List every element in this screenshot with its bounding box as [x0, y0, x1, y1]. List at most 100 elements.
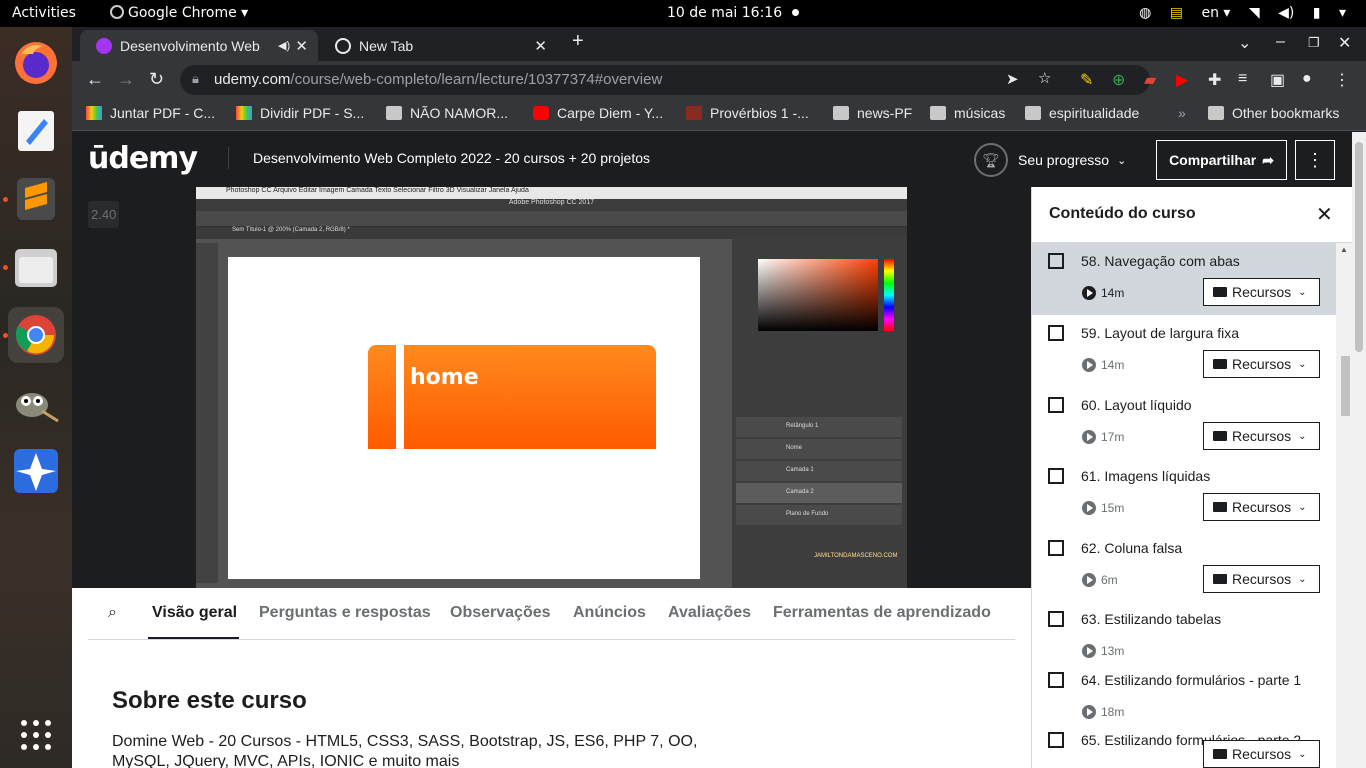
lecture-checkbox[interactable] — [1048, 253, 1064, 269]
lecture-item[interactable]: 63. Estilizando tabelas 13m — [1032, 601, 1336, 662]
bookmark-folder[interactable]: news-PF — [833, 105, 912, 121]
media-control-icon[interactable]: ≡ — [1238, 70, 1247, 88]
tab-overview[interactable]: Visão geral — [152, 604, 237, 622]
close-sidebar-icon[interactable]: ✕ — [1316, 202, 1333, 227]
battery-icon[interactable]: ▮ — [1313, 5, 1321, 21]
side-panel-icon[interactable]: ▣ — [1270, 70, 1285, 90]
highlighter-extension-icon[interactable]: ✎ — [1080, 70, 1093, 90]
lecture-checkbox[interactable] — [1048, 540, 1064, 556]
search-icon[interactable]: ⌕ — [108, 604, 117, 622]
tab-qa[interactable]: Perguntas e respostas — [259, 604, 431, 622]
lecture-item[interactable]: 59. Layout de largura fixa 14m Recursos ⌄ — [1032, 315, 1336, 387]
audio-icon[interactable]: ◀) — [278, 39, 290, 52]
address-bar[interactable]: 🔒︎ udemy.com/course/web-completo/learn/l… — [180, 65, 1150, 95]
share-button[interactable]: Compartilhar ➦ — [1156, 140, 1287, 180]
lecture-item[interactable]: 58. Navegação com abas 14m Recursos ⌄ — [1032, 243, 1336, 315]
bookmark-folder[interactable]: NÃO NAMOR... — [386, 105, 508, 121]
profile-avatar-icon[interactable]: ● — [1302, 70, 1312, 88]
vpn-icon[interactable]: ◍ — [1139, 5, 1151, 21]
files-icon[interactable] — [8, 239, 64, 295]
resources-label: Recursos — [1232, 428, 1292, 444]
volume-icon[interactable]: ◀) — [1278, 5, 1294, 21]
lecture-item[interactable]: 61. Imagens líquidas 15m Recursos ⌄ — [1032, 458, 1336, 530]
close-window-button[interactable]: ✕ — [1338, 33, 1351, 53]
maximize-button[interactable]: ❐ — [1308, 35, 1320, 51]
lock-icon[interactable]: 🔒︎ — [192, 71, 199, 87]
scroll-up-icon[interactable]: ▲ — [1340, 245, 1348, 254]
system-menu-icon[interactable]: ▾ — [1339, 5, 1346, 21]
bookmark-item[interactable]: Provérbios 1 -... — [686, 105, 809, 121]
tab-learning-tools[interactable]: Ferramentas de aprendizado — [773, 604, 991, 622]
app-store-icon[interactable] — [8, 443, 64, 499]
notification-extension-icon[interactable]: ▰ — [1144, 70, 1156, 90]
sidebar-scroll-thumb[interactable] — [1341, 356, 1350, 416]
plus-extension-icon[interactable]: ⊕ — [1112, 70, 1125, 90]
forward-button[interactable]: → — [117, 69, 135, 90]
tab-udemy[interactable]: Desenvolvimento Web ◀) ✕ — [80, 30, 318, 61]
close-tab-icon[interactable]: ✕ — [534, 37, 547, 55]
clock[interactable]: 10 de mai 16:16 — [667, 5, 800, 21]
extensions-puzzle-icon[interactable]: ✚ — [1208, 70, 1221, 90]
lecture-item[interactable]: 64. Estilizando formulários - parte 1 18m — [1032, 662, 1336, 722]
bookmark-item[interactable]: Juntar PDF - C... — [86, 105, 215, 121]
lecture-checkbox[interactable] — [1048, 468, 1064, 484]
lecture-checkbox[interactable] — [1048, 325, 1064, 341]
other-bookmarks-folder[interactable]: Other bookmarks — [1208, 105, 1339, 121]
reload-button[interactable]: ↻ — [149, 69, 164, 90]
course-title[interactable]: Desenvolvimento Web Completo 2022 - 20 c… — [228, 147, 650, 169]
page-scrollbar[interactable] — [1352, 132, 1366, 768]
tab-search-icon[interactable]: ⌄ — [1238, 33, 1251, 53]
resources-dropdown[interactable]: Recursos ⌄ — [1203, 422, 1320, 450]
lecture-checkbox[interactable] — [1048, 672, 1064, 688]
youtube-extension-icon[interactable]: ▶ — [1176, 70, 1188, 90]
sublime-text-icon[interactable] — [8, 171, 64, 227]
language-selector[interactable]: en ▾ — [1201, 5, 1230, 21]
chrome-icon[interactable] — [8, 307, 64, 363]
firefox-icon[interactable] — [8, 35, 64, 91]
app-menu[interactable]: Google Chrome ▾ — [110, 5, 248, 21]
sidebar-title: Conteúdo do curso — [1049, 205, 1196, 222]
system-tray[interactable]: ◍ ▤ en ▾ ◥ ◀) ▮ ▾ — [1125, 5, 1346, 21]
text-editor-icon[interactable] — [8, 103, 64, 159]
gimp-icon[interactable] — [8, 375, 64, 431]
bookmark-folder[interactable]: músicas — [930, 105, 1005, 121]
lecture-checkbox[interactable] — [1048, 611, 1064, 627]
close-tab-icon[interactable]: ✕ — [295, 37, 308, 55]
send-to-devices-icon[interactable]: ➤ — [1006, 70, 1019, 88]
lecture-checkbox[interactable] — [1048, 397, 1064, 413]
udemy-logo[interactable]: ūdemy — [88, 141, 198, 176]
new-tab-button[interactable]: + — [572, 30, 584, 53]
resources-dropdown[interactable]: Recursos ⌄ — [1203, 350, 1320, 378]
tab-reviews[interactable]: Avaliações — [668, 604, 751, 622]
resources-dropdown[interactable]: Recursos ⌄ — [1203, 493, 1320, 521]
lecture-duration: 17m — [1101, 430, 1125, 444]
bookmarks-overflow-button[interactable]: » — [1178, 105, 1186, 121]
notes-icon[interactable]: ▤ — [1170, 5, 1183, 21]
tab-new-tab[interactable]: New Tab ✕ — [319, 30, 557, 61]
bookmark-folder[interactable]: espiritualidade — [1025, 105, 1139, 121]
sidebar-scrollbar[interactable]: ▲ — [1336, 243, 1352, 768]
lecture-checkbox[interactable] — [1048, 732, 1064, 748]
tab-announcements[interactable]: Anúncios — [573, 604, 646, 622]
wifi-icon[interactable]: ◥ — [1249, 5, 1260, 21]
lecture-item[interactable]: 60. Layout líquido 17m Recursos ⌄ — [1032, 387, 1336, 458]
more-options-button[interactable]: ⋮ — [1295, 140, 1335, 180]
resources-dropdown[interactable]: Recursos ⌄ — [1203, 740, 1320, 768]
lecture-item[interactable]: 65. Estilizando formulários - parte 2 Rec… — [1032, 722, 1336, 768]
progress-button[interactable]: 🏆︎ Seu progresso ⌄ — [974, 143, 1126, 177]
activities-button[interactable]: Activities — [12, 5, 76, 21]
bookmark-star-icon[interactable]: ☆ — [1038, 69, 1051, 87]
back-button[interactable]: ← — [86, 69, 104, 90]
lecture-item[interactable]: 62. Coluna falsa 6m Recursos ⌄ — [1032, 530, 1336, 601]
resources-dropdown[interactable]: Recursos ⌄ — [1203, 565, 1320, 593]
bookmark-item[interactable]: Dividir PDF - S... — [236, 105, 364, 121]
tab-notes[interactable]: Observações — [450, 604, 551, 622]
page-scroll-thumb[interactable] — [1355, 142, 1363, 352]
minimize-button[interactable]: – — [1276, 33, 1285, 51]
play-icon — [1082, 430, 1096, 444]
resources-dropdown[interactable]: Recursos ⌄ — [1203, 278, 1320, 306]
apps-grid-icon[interactable] — [8, 707, 64, 763]
bookmark-item[interactable]: Carpe Diem - Y... — [533, 105, 663, 121]
chrome-menu-icon[interactable]: ⋮ — [1334, 70, 1350, 90]
video-player[interactable]: 2.40 Photoshop CC Arquivo Editar Imagem … — [72, 187, 1031, 588]
